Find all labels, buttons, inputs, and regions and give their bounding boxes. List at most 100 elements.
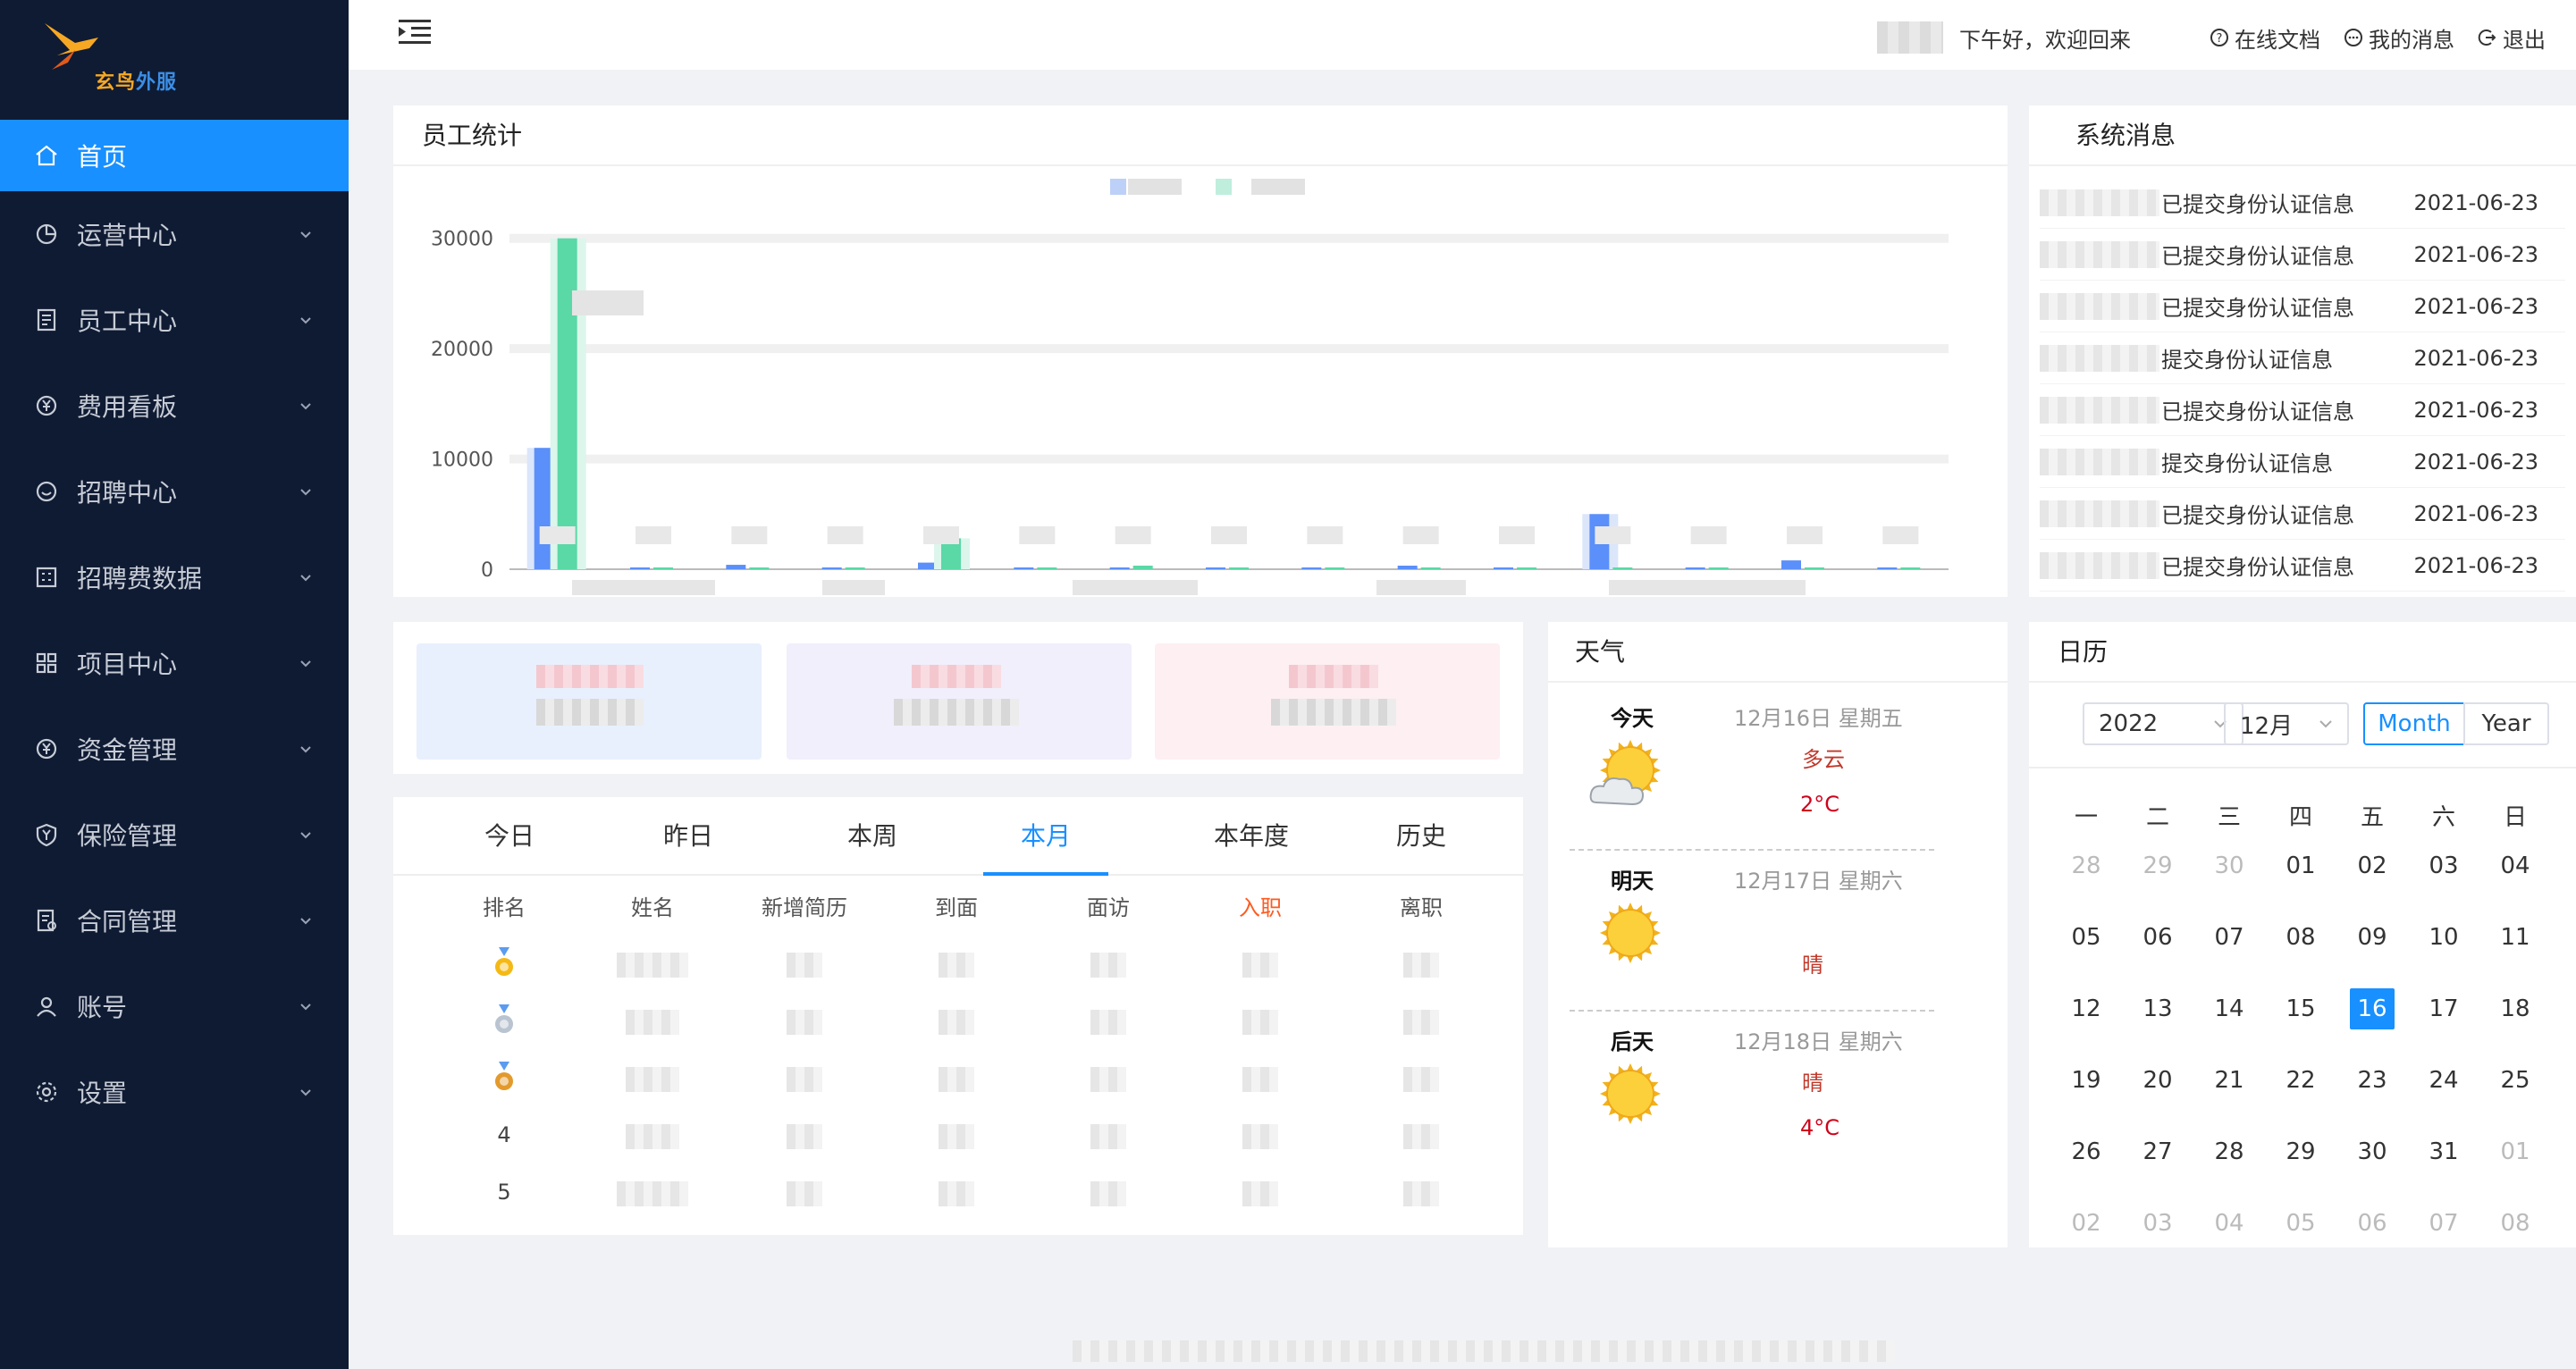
bar[interactable] bbox=[749, 567, 770, 569]
calendar-day[interactable]: 19 bbox=[2064, 1060, 2109, 1101]
year-select[interactable]: 2022 bbox=[2083, 702, 2243, 745]
message-row[interactable]: 已提交身份认证信息 2021-06-23 bbox=[2040, 281, 2565, 332]
bar[interactable] bbox=[1420, 567, 1441, 569]
bar[interactable] bbox=[557, 238, 577, 569]
calendar-day[interactable]: 31 bbox=[2421, 1131, 2466, 1172]
table-row[interactable] bbox=[393, 1062, 1523, 1097]
month-select[interactable]: 12月 bbox=[2224, 702, 2349, 745]
calendar-day[interactable]: 10 bbox=[2421, 917, 2466, 958]
logo[interactable]: 玄鸟外服 bbox=[0, 0, 349, 120]
bar[interactable] bbox=[1805, 567, 1824, 569]
calendar-day[interactable]: 22 bbox=[2278, 1060, 2323, 1101]
stat-card-1[interactable] bbox=[417, 643, 762, 760]
message-row[interactable]: 提交身份认证信息 2021-06-23 bbox=[2040, 436, 2565, 488]
message-row[interactable]: 提交身份认证信息 2021-06-23 bbox=[2040, 332, 2565, 384]
tab-0[interactable]: 今日 bbox=[447, 797, 572, 876]
tab-2[interactable]: 本周 bbox=[810, 797, 935, 876]
calendar-day[interactable]: 21 bbox=[2207, 1060, 2252, 1101]
calendar-day[interactable]: 28 bbox=[2064, 845, 2109, 886]
calendar-day[interactable]: 17 bbox=[2421, 988, 2466, 1029]
sidebar-item-9[interactable]: 合同管理 bbox=[0, 878, 349, 963]
column-header[interactable]: 姓名 bbox=[599, 890, 706, 921]
calendar-day[interactable]: 06 bbox=[2135, 917, 2180, 958]
bar[interactable] bbox=[630, 567, 650, 569]
bar[interactable] bbox=[1132, 566, 1153, 569]
table-row[interactable] bbox=[393, 947, 1523, 983]
calendar-day[interactable]: 09 bbox=[2350, 917, 2395, 958]
calendar-day[interactable]: 11 bbox=[2493, 917, 2538, 958]
bar[interactable] bbox=[1301, 567, 1322, 569]
sidebar-item-10[interactable]: 账号 bbox=[0, 963, 349, 1049]
column-header[interactable]: 新增简历 bbox=[742, 890, 867, 921]
calendar-day[interactable]: 28 bbox=[2207, 1131, 2252, 1172]
calendar-day[interactable]: 07 bbox=[2207, 917, 2252, 958]
calendar-day[interactable]: 29 bbox=[2278, 1131, 2323, 1172]
sidebar-item-2[interactable]: 员工中心 bbox=[0, 277, 349, 363]
calendar-day[interactable]: 03 bbox=[2421, 845, 2466, 886]
column-header[interactable]: 面访 bbox=[1064, 890, 1153, 921]
message-row[interactable]: 已提交身份认证信息 2021-06-23 bbox=[2040, 229, 2565, 281]
bar[interactable] bbox=[1014, 567, 1034, 569]
message-row[interactable]: 已提交身份认证信息 2021-06-23 bbox=[2040, 177, 2565, 229]
bar[interactable] bbox=[1685, 567, 1705, 569]
sidebar-item-5[interactable]: 招聘费数据 bbox=[0, 534, 349, 620]
sidebar-item-3[interactable]: 费用看板 bbox=[0, 363, 349, 449]
calendar-day[interactable]: 15 bbox=[2278, 988, 2323, 1029]
table-row[interactable]: 4 bbox=[393, 1119, 1523, 1155]
calendar-day[interactable]: 30 bbox=[2207, 845, 2252, 886]
calendar-day[interactable]: 01 bbox=[2493, 1131, 2538, 1172]
bar[interactable] bbox=[1612, 567, 1633, 569]
online-docs-link[interactable]: ? 在线文档 bbox=[2210, 22, 2320, 54]
calendar-day[interactable]: 13 bbox=[2135, 988, 2180, 1029]
column-header[interactable]: 离职 bbox=[1376, 890, 1466, 921]
sidebar-item-1[interactable]: 运营中心 bbox=[0, 191, 349, 277]
bar[interactable] bbox=[1229, 567, 1249, 569]
calendar-day[interactable]: 24 bbox=[2421, 1060, 2466, 1101]
bar[interactable] bbox=[821, 567, 842, 569]
calendar-day[interactable]: 20 bbox=[2135, 1060, 2180, 1101]
sidebar-item-11[interactable]: 设置 bbox=[0, 1049, 349, 1135]
calendar-day[interactable]: 27 bbox=[2135, 1131, 2180, 1172]
bar[interactable] bbox=[1517, 567, 1536, 569]
bar[interactable] bbox=[1494, 567, 1513, 569]
sidebar-item-6[interactable]: 项目中心 bbox=[0, 620, 349, 706]
calendar-day[interactable]: 01 bbox=[2278, 845, 2323, 886]
calendar-day[interactable]: 08 bbox=[2493, 1203, 2538, 1244]
calendar-day[interactable]: 23 bbox=[2350, 1060, 2395, 1101]
bar[interactable] bbox=[1781, 560, 1801, 569]
calendar-day[interactable]: 08 bbox=[2278, 917, 2323, 958]
calendar-day[interactable]: 26 bbox=[2064, 1131, 2109, 1172]
bar[interactable] bbox=[653, 567, 673, 569]
calendar-day[interactable]: 04 bbox=[2207, 1203, 2252, 1244]
column-header[interactable]: 入职 bbox=[1216, 890, 1305, 921]
calendar-day[interactable]: 12 bbox=[2064, 988, 2109, 1029]
bar[interactable] bbox=[1206, 567, 1225, 569]
message-row[interactable]: 已提交身份认证信息 2021-06-23 bbox=[2040, 384, 2565, 436]
sidebar-item-4[interactable]: 招聘中心 bbox=[0, 449, 349, 534]
tab-3[interactable]: 本月 bbox=[983, 797, 1108, 876]
tab-1[interactable]: 昨日 bbox=[626, 797, 751, 876]
table-row[interactable] bbox=[393, 1004, 1523, 1040]
calendar-day[interactable]: 07 bbox=[2421, 1203, 2466, 1244]
calendar-day[interactable]: 06 bbox=[2350, 1203, 2395, 1244]
calendar-day[interactable]: 03 bbox=[2135, 1203, 2180, 1244]
calendar-day[interactable]: 14 bbox=[2207, 988, 2252, 1029]
bar[interactable] bbox=[1877, 567, 1898, 569]
calendar-year-mode[interactable]: Year bbox=[2463, 702, 2549, 745]
my-messages-link[interactable]: 我的消息 bbox=[2344, 22, 2454, 54]
tab-5[interactable]: 历史 bbox=[1359, 797, 1484, 876]
calendar-day[interactable]: 30 bbox=[2350, 1131, 2395, 1172]
table-row[interactable]: 5 bbox=[393, 1176, 1523, 1212]
bar[interactable] bbox=[1900, 567, 1921, 569]
logout-link[interactable]: 退出 bbox=[2478, 22, 2546, 54]
bar[interactable] bbox=[845, 567, 865, 569]
calendar-day[interactable]: 04 bbox=[2493, 845, 2538, 886]
calendar-day[interactable]: 02 bbox=[2064, 1203, 2109, 1244]
bar[interactable] bbox=[1109, 567, 1130, 569]
column-header[interactable]: 排名 bbox=[450, 890, 558, 921]
calendar-day[interactable]: 16 bbox=[2350, 988, 2395, 1029]
column-header[interactable]: 到面 bbox=[912, 890, 1001, 921]
legend-swatch-blue[interactable] bbox=[1110, 179, 1126, 195]
bar[interactable] bbox=[1037, 567, 1057, 569]
calendar-day[interactable]: 18 bbox=[2493, 988, 2538, 1029]
